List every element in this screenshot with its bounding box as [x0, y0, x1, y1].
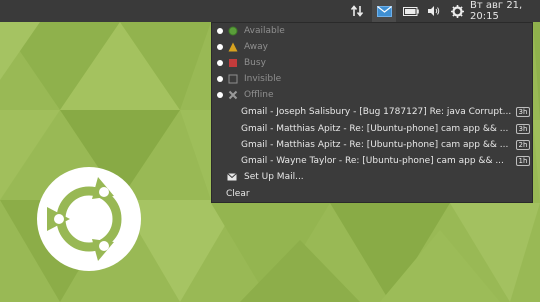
battery-icon[interactable] — [398, 0, 424, 22]
message-age-badge: 2h — [516, 140, 530, 150]
message-age-badge: 1h — [516, 156, 530, 166]
ubuntu-mate-logo — [37, 167, 141, 271]
available-icon — [228, 26, 238, 36]
away-icon — [228, 42, 238, 52]
status-available[interactable]: Available — [212, 23, 532, 39]
network-updown-icon[interactable] — [344, 0, 370, 22]
message-label: Gmail - Matthias Apitz - Re: [Ubuntu-pho… — [241, 124, 509, 134]
mail-envelope-icon — [227, 173, 237, 181]
radio-bullet-icon — [217, 44, 223, 50]
clock-label: Вт авг 21, 20:15 — [470, 0, 523, 22]
status-invisible[interactable]: Invisible — [212, 71, 532, 87]
radio-bullet-icon — [217, 60, 223, 66]
status-offline[interactable]: Offline — [212, 87, 532, 103]
message-label: Gmail - Matthias Apitz - Re: [Ubuntu-pho… — [241, 140, 509, 150]
message-item[interactable]: Gmail - Joseph Salisbury - [Bug 1787127]… — [212, 104, 532, 120]
top-panel: Вт авг 21, 20:15 — [0, 0, 540, 22]
busy-icon — [229, 59, 237, 67]
message-age-badge: 3h — [516, 124, 530, 134]
set-up-mail-label: Set Up Mail... — [244, 172, 304, 182]
mail-envelope-icon[interactable] — [372, 0, 396, 22]
message-item[interactable]: Gmail - Matthias Apitz - Re: [Ubuntu-pho… — [212, 137, 532, 153]
volume-icon[interactable] — [424, 0, 444, 22]
message-item[interactable]: Gmail - Matthias Apitz - Re: [Ubuntu-pho… — [212, 121, 532, 137]
messaging-menu: Available Away Busy Invisible Offline Gm… — [211, 22, 533, 203]
clear-label: Clear — [226, 189, 250, 199]
radio-bullet-icon — [217, 92, 223, 98]
message-item[interactable]: Gmail - Wayne Taylor - Re: [Ubuntu-phone… — [212, 153, 532, 169]
status-label: Available — [244, 26, 285, 36]
radio-bullet-icon — [217, 76, 223, 82]
invisible-icon — [228, 74, 238, 84]
status-label: Away — [244, 42, 268, 52]
status-label: Offline — [244, 90, 274, 100]
message-age-badge: 3h — [516, 107, 530, 117]
status-away[interactable]: Away — [212, 39, 532, 55]
offline-icon — [228, 90, 238, 100]
clear-item[interactable]: Clear — [212, 186, 532, 202]
set-up-mail-item[interactable]: Set Up Mail... — [212, 169, 532, 185]
message-label: Gmail - Wayne Taylor - Re: [Ubuntu-phone… — [241, 156, 504, 166]
message-label: Gmail - Joseph Salisbury - [Bug 1787127]… — [241, 107, 512, 117]
clock[interactable]: Вт авг 21, 20:15 — [470, 0, 540, 22]
selected-bullet-icon — [217, 28, 223, 34]
status-busy[interactable]: Busy — [212, 55, 532, 71]
settings-gear-icon[interactable] — [446, 0, 468, 22]
status-label: Busy — [244, 58, 266, 68]
status-label: Invisible — [244, 74, 282, 84]
